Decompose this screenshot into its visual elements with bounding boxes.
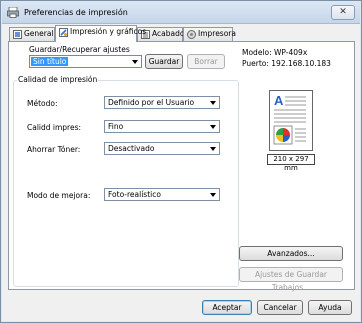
method-value: Definido por el Usuario <box>108 98 195 107</box>
cancel-button[interactable]: Cancelar <box>257 300 303 315</box>
print-quality-group <box>13 80 239 287</box>
tab-panel-print-graphics: Guardar/Recuperar ajustes Sin título Gua… <box>8 41 355 292</box>
chevron-down-icon <box>210 101 216 105</box>
ok-button[interactable]: Aceptar <box>202 300 252 315</box>
save-button[interactable]: Guardar <box>145 54 183 69</box>
close-button[interactable]: ✕ <box>331 5 355 20</box>
tab-finishing-label: Acabado <box>152 29 185 38</box>
tab-printer[interactable]: Impresora <box>183 27 236 41</box>
tab-printer-label: Impresora <box>198 29 236 38</box>
chevron-down-icon <box>210 193 216 197</box>
method-label: Método: <box>27 99 58 108</box>
toner-save-select[interactable]: Desactivado <box>104 142 220 155</box>
enhance-mode-value: Foto-realístico <box>108 190 161 199</box>
toner-save-label: Ahorrar Tóner: <box>27 145 81 154</box>
model-text: Modelo: WP-409x <box>242 48 308 57</box>
print-preferences-window: Preferencias de impresión ✕ General Impr… <box>0 0 362 323</box>
print-quality-group-title: Calidad de impresión <box>17 75 99 84</box>
chevron-down-icon <box>132 60 138 64</box>
general-tab-icon <box>13 29 22 39</box>
save-settings-label: Guardar/Recuperar ajustes <box>29 45 130 54</box>
print-graphics-tab-icon <box>59 27 68 37</box>
tab-print-graphics-label: Impresión y gráficos <box>70 27 147 36</box>
chevron-down-icon <box>210 147 216 151</box>
port-text: Puerto: 192.168.10.183 <box>242 59 331 68</box>
printer-tab-icon <box>187 29 196 39</box>
print-quality-select[interactable]: Fino <box>104 120 220 133</box>
page-preview-image: A <box>273 93 306 145</box>
svg-text:A: A <box>274 93 284 108</box>
enhance-mode-select[interactable]: Foto-realístico <box>104 188 220 201</box>
paper-size-label: 210 x 297 mm <box>267 154 315 172</box>
print-quality-value: Fino <box>108 122 124 131</box>
print-quality-label: Calidd impres: <box>27 123 82 132</box>
toner-save-value: Desactivado <box>108 144 155 153</box>
window-title: Preferencias de impresión <box>24 8 128 17</box>
chevron-down-icon <box>210 125 216 129</box>
tab-general-label: General <box>24 29 54 38</box>
saved-settings-value: Sin título <box>31 57 69 66</box>
enhance-mode-label: Modo de mejora: <box>27 191 91 200</box>
tab-general[interactable]: General <box>9 27 55 41</box>
advanced-button[interactable]: Avanzados... <box>239 246 343 261</box>
tab-print-graphics[interactable]: Impresión y gráficos <box>55 25 146 42</box>
saved-settings-combo[interactable]: Sin título <box>29 55 142 68</box>
delete-button[interactable]: Borrar <box>187 54 225 69</box>
printer-icon <box>7 7 19 18</box>
help-button[interactable]: Ayuda <box>308 300 352 315</box>
method-select[interactable]: Definido por el Usuario <box>104 96 220 109</box>
save-job-settings-button[interactable]: Ajustes de Guardar Trabajos... <box>239 267 343 292</box>
page-preview: A <box>269 90 313 151</box>
title-bar[interactable]: Preferencias de impresión ✕ <box>2 2 360 24</box>
